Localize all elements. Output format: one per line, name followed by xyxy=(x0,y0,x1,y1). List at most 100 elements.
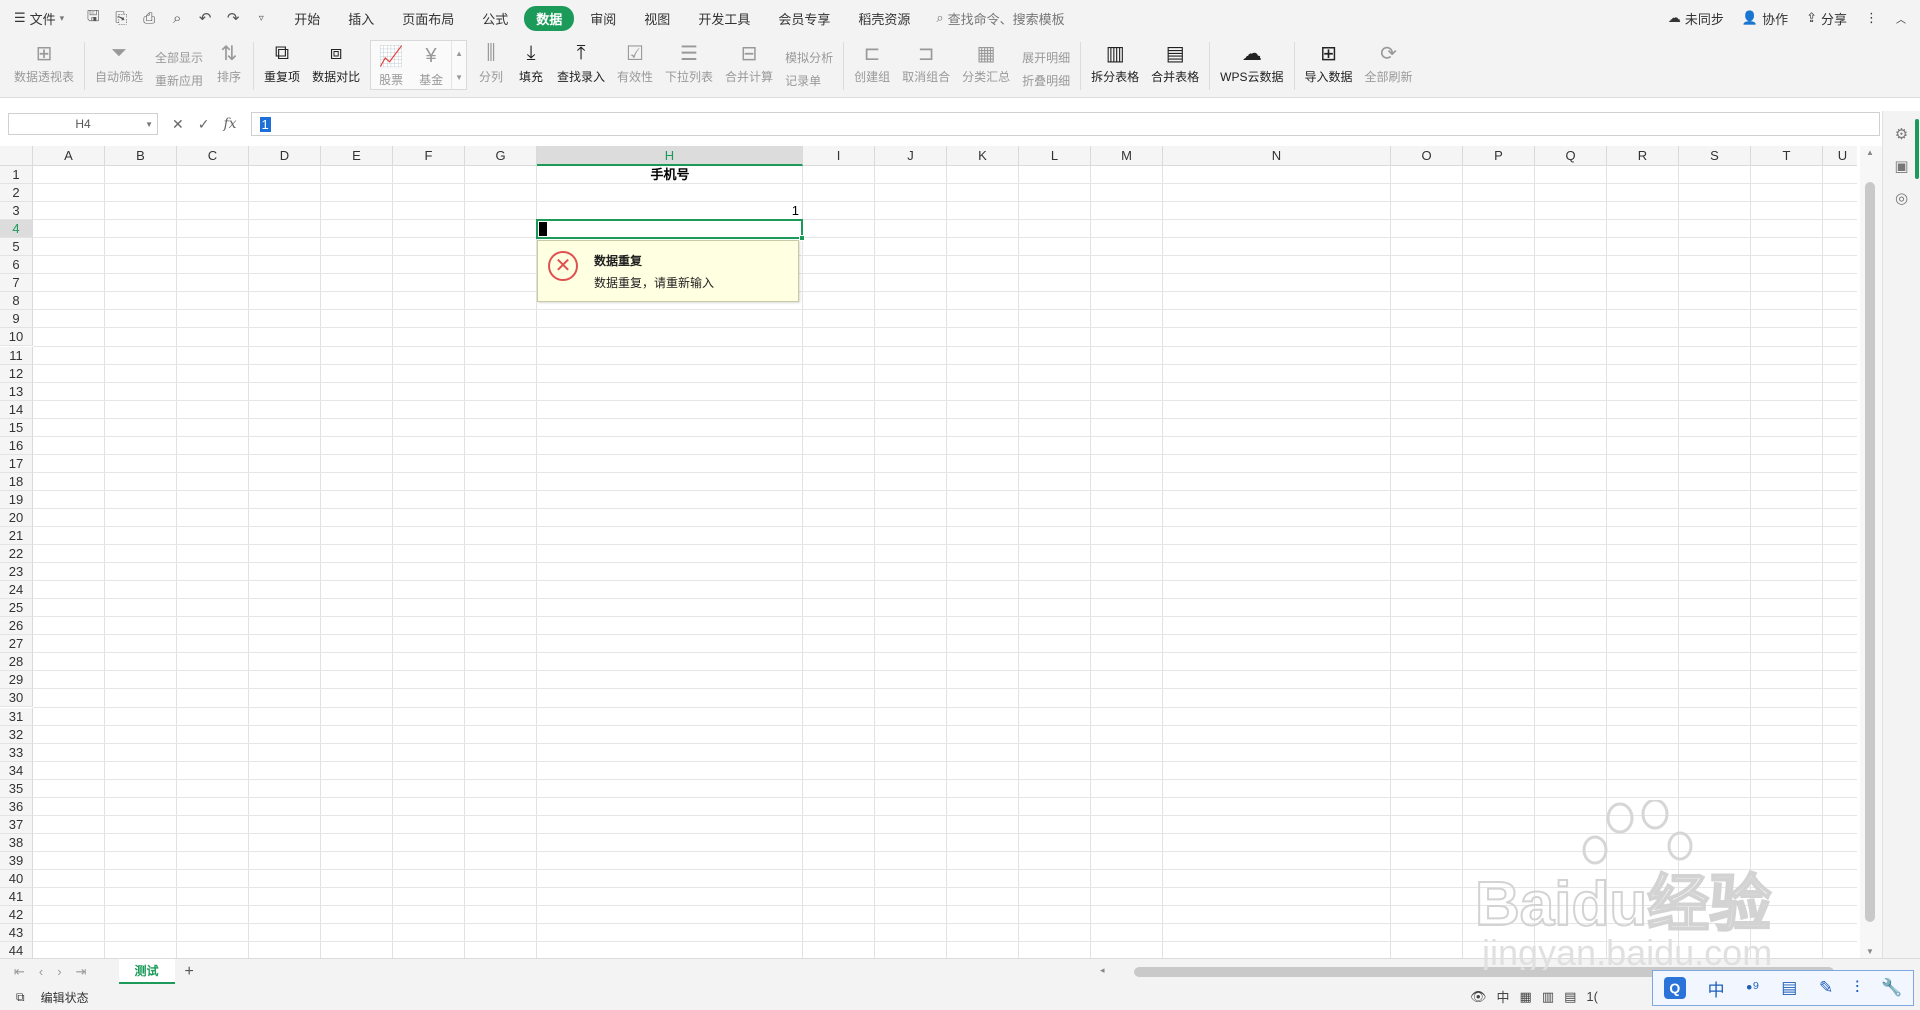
last-sheet-icon[interactable]: ⇥ xyxy=(76,964,87,980)
row-header-40[interactable]: 40 xyxy=(0,869,33,888)
collapse-detail-button[interactable]: 折叠明细 xyxy=(1022,72,1070,89)
column-header-t[interactable]: T xyxy=(1751,146,1823,166)
row-header-13[interactable]: 13 xyxy=(0,382,33,401)
row-header-9[interactable]: 9 xyxy=(0,310,33,329)
import-data-button[interactable]: ⊞ 导入数据 xyxy=(1299,36,1359,96)
dropdown-list-button[interactable]: ☰ 下拉列表 xyxy=(659,36,719,96)
split-table-button[interactable]: ▥ 拆分表格 xyxy=(1085,36,1145,96)
sync-button[interactable]: ☁ 未同步 xyxy=(1668,9,1724,28)
tab-formulas[interactable]: 公式 xyxy=(470,6,520,31)
chevron-up-icon[interactable]: ▲ xyxy=(455,49,463,58)
column-header-n[interactable]: N xyxy=(1163,146,1391,166)
collapse-ribbon-icon[interactable]: ︿ xyxy=(1896,11,1906,26)
column-header-g[interactable]: G xyxy=(465,146,537,166)
more-icon[interactable]: ⋮ xyxy=(1865,10,1878,26)
tab-view[interactable]: 视图 xyxy=(632,6,682,31)
stock-button[interactable]: 📈 股票 xyxy=(371,41,411,89)
save-icon[interactable]: 🖫 xyxy=(82,6,104,31)
row-header-24[interactable]: 24 xyxy=(0,581,33,600)
ime-punctuation-icon[interactable]: •⁹ xyxy=(1746,978,1759,998)
row-header-38[interactable]: 38 xyxy=(0,833,33,852)
column-header-h[interactable]: H xyxy=(537,146,803,166)
consolidate-button[interactable]: ⊟ 合并计算 xyxy=(719,36,779,96)
row-header-42[interactable]: 42 xyxy=(0,906,33,925)
ime-edit-icon[interactable]: ✎ xyxy=(1819,978,1833,998)
column-header-r[interactable]: R xyxy=(1607,146,1679,166)
ime-settings-icon[interactable]: 🔧 xyxy=(1881,978,1902,998)
row-header-15[interactable]: 15 xyxy=(0,418,33,437)
row-header-4[interactable]: 4 xyxy=(0,220,33,239)
column-header-l[interactable]: L xyxy=(1019,146,1091,166)
scroll-down-icon[interactable]: ▼ xyxy=(1866,947,1874,956)
merge-table-button[interactable]: ▤ 合并表格 xyxy=(1145,36,1205,96)
zoom-level[interactable]: 1( xyxy=(1586,989,1598,1004)
column-header-c[interactable]: C xyxy=(177,146,249,166)
row-header-1[interactable]: 1 xyxy=(0,166,33,185)
row-header-10[interactable]: 10 xyxy=(0,328,33,347)
row-header-30[interactable]: 30 xyxy=(0,689,33,708)
row-header-44[interactable]: 44 xyxy=(0,942,33,958)
row-header-41[interactable]: 41 xyxy=(0,888,33,907)
sort-button[interactable]: ⇅ 排序 xyxy=(209,36,249,96)
tab-member[interactable]: 会员专享 xyxy=(766,6,842,31)
active-cell-h4[interactable] xyxy=(536,219,805,242)
formula-input[interactable]: 1 xyxy=(250,112,1880,136)
cancel-icon[interactable]: ✕ xyxy=(172,116,184,133)
tab-insert[interactable]: 插入 xyxy=(336,6,386,31)
show-all-button[interactable]: 全部显示 xyxy=(155,49,203,66)
ime-note-icon[interactable]: ▤ xyxy=(1781,978,1797,998)
column-header-f[interactable]: F xyxy=(393,146,465,166)
scroll-thumb[interactable] xyxy=(1865,182,1875,922)
autofilter-button[interactable]: ⏷ 自动筛选 xyxy=(89,36,149,96)
row-header-29[interactable]: 29 xyxy=(0,671,33,690)
collaborate-button[interactable]: 👤 协作 xyxy=(1742,9,1788,28)
reapply-button[interactable]: 重新应用 xyxy=(155,72,203,89)
row-header-21[interactable]: 21 xyxy=(0,527,33,546)
row-header-34[interactable]: 34 xyxy=(0,761,33,780)
row-header-23[interactable]: 23 xyxy=(0,563,33,582)
row-header-7[interactable]: 7 xyxy=(0,274,33,293)
row-header-17[interactable]: 17 xyxy=(0,454,33,473)
vertical-scrollbar[interactable]: ▲ ▼ xyxy=(1860,146,1882,958)
print-icon[interactable]: ⎙ xyxy=(138,10,160,27)
row-header-20[interactable]: 20 xyxy=(0,508,33,527)
row-header-14[interactable]: 14 xyxy=(0,400,33,419)
row-header-8[interactable]: 8 xyxy=(0,292,33,311)
fill-button[interactable]: ⤓ 填充 xyxy=(511,36,551,96)
row-header-27[interactable]: 27 xyxy=(0,635,33,654)
file-menu[interactable]: ☰ 文件 ▾ xyxy=(0,9,72,28)
row-header-39[interactable]: 39 xyxy=(0,851,33,870)
column-header-b[interactable]: B xyxy=(105,146,177,166)
next-sheet-icon[interactable]: › xyxy=(57,964,61,980)
ime-mode[interactable]: 中 xyxy=(1708,976,1725,1001)
fund-button[interactable]: ¥ 基金 xyxy=(411,41,451,89)
chevron-down-icon[interactable]: ▼ xyxy=(145,120,153,129)
row-header-16[interactable]: 16 xyxy=(0,436,33,455)
row-header-22[interactable]: 22 xyxy=(0,545,33,564)
command-search[interactable]: ⌕ 查找命令、搜索模板 xyxy=(936,9,1064,28)
column-header-k[interactable]: K xyxy=(947,146,1019,166)
scroll-left-icon[interactable]: ◂ xyxy=(1100,965,1105,976)
refresh-all-button[interactable]: ⟳ 全部刷新 xyxy=(1359,36,1419,96)
find-entry-button[interactable]: ⤒ 查找录入 xyxy=(551,36,611,96)
sheet-tab-test[interactable]: 测试 xyxy=(118,959,175,984)
column-header-o[interactable]: O xyxy=(1391,146,1463,166)
row-header-36[interactable]: 36 xyxy=(0,797,33,816)
split-column-button[interactable]: ⫼ 分列 xyxy=(471,36,511,96)
duplicates-button[interactable]: ⧉ 重复项 xyxy=(258,36,306,96)
redo-icon[interactable]: ↷ xyxy=(222,9,244,27)
row-header-12[interactable]: 12 xyxy=(0,364,33,383)
tab-page-layout[interactable]: 页面布局 xyxy=(390,6,466,31)
column-header-p[interactable]: P xyxy=(1463,146,1535,166)
undo-icon[interactable]: ↶ xyxy=(194,9,216,27)
column-header-a[interactable]: A xyxy=(33,146,105,166)
customize-icon[interactable]: ▿ xyxy=(250,13,272,24)
cell-h1[interactable]: 手机号 xyxy=(537,167,803,185)
pivot-table-button[interactable]: ⊞ 数据透视表 xyxy=(8,36,80,96)
row-header-19[interactable]: 19 xyxy=(0,490,33,509)
column-header-s[interactable]: S xyxy=(1679,146,1751,166)
spreadsheet-grid[interactable]: A B C D E F G H I J K L M N O P Q R S T U 1 2 3 4 5 6 7 8 9 10 11 12 13 14… xyxy=(0,146,1857,958)
row-header-28[interactable]: 28 xyxy=(0,653,33,672)
column-header-u[interactable]: U xyxy=(1823,146,1857,166)
tab-home[interactable]: 开始 xyxy=(282,6,332,31)
